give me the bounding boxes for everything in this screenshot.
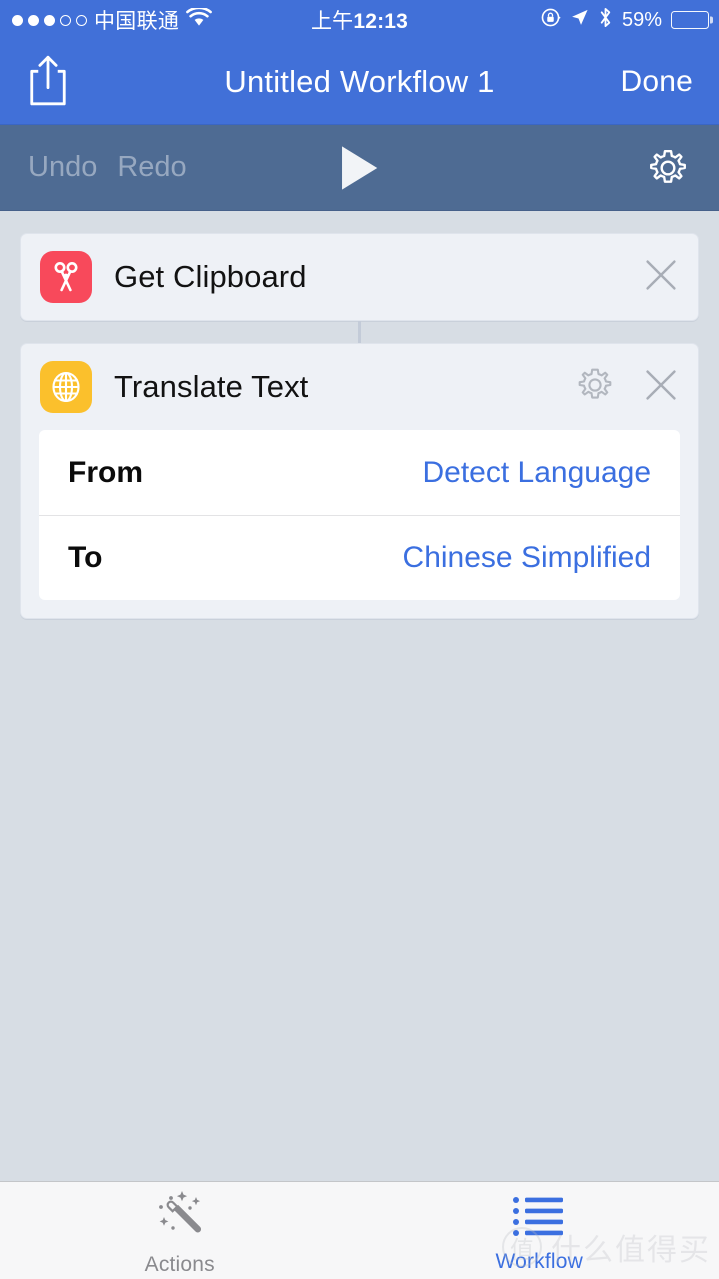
- tab-actions[interactable]: Actions: [0, 1182, 360, 1279]
- action-header-buttons: [574, 364, 680, 411]
- page-title: Untitled Workflow 1: [224, 64, 495, 99]
- undo-redo-group: Undo Redo: [0, 151, 187, 184]
- tab-bar: Actions Workflow 值 什么值得买: [0, 1181, 719, 1279]
- close-icon[interactable]: [642, 256, 680, 299]
- parameter-value[interactable]: Chinese Simplified: [403, 541, 651, 575]
- close-icon[interactable]: [642, 366, 680, 409]
- list-icon: [511, 1192, 567, 1247]
- action-title: Get Clipboard: [114, 259, 307, 294]
- gear-icon: [650, 149, 686, 183]
- action-header: Translate Text: [21, 344, 698, 430]
- undo-button[interactable]: Undo: [28, 151, 97, 184]
- action-header-buttons: [642, 256, 680, 299]
- workflow-canvas: Get Clipboard Translate Text From Detect…: [0, 211, 719, 1181]
- action-title: Translate Text: [114, 369, 309, 404]
- action-connector: [20, 321, 699, 343]
- navigation-bar: Untitled Workflow 1 Done: [0, 40, 719, 125]
- redo-button[interactable]: Redo: [117, 151, 186, 184]
- clock-time: 12:13: [353, 10, 409, 33]
- parameter-value[interactable]: Detect Language: [422, 456, 651, 490]
- gear-icon[interactable]: [574, 364, 616, 411]
- editor-toolbar: Undo Redo: [0, 125, 719, 211]
- action-parameters: From Detect Language To Chinese Simplifi…: [39, 430, 680, 600]
- run-workflow-button[interactable]: [336, 143, 382, 193]
- status-bar: 中国联通 上午12:13 59%: [0, 0, 719, 40]
- magic-wand-icon: [149, 1189, 211, 1250]
- scissors-icon: [40, 251, 92, 303]
- action-card-translate-text[interactable]: Translate Text From Detect Language To C…: [20, 343, 699, 619]
- action-card-get-clipboard[interactable]: Get Clipboard: [20, 233, 699, 321]
- status-bar-clock: 上午12:13: [0, 5, 719, 35]
- parameter-row-to[interactable]: To Chinese Simplified: [39, 515, 680, 600]
- clock-ampm: 上午: [310, 10, 354, 33]
- tab-workflow[interactable]: Workflow: [360, 1182, 719, 1279]
- tab-label: Actions: [144, 1252, 215, 1276]
- play-icon: [341, 145, 377, 190]
- battery-icon: [671, 11, 709, 29]
- parameter-label: From: [68, 455, 143, 489]
- workflow-settings-button[interactable]: [645, 145, 719, 191]
- action-header: Get Clipboard: [21, 234, 698, 320]
- parameter-label: To: [68, 541, 103, 574]
- globe-icon: [40, 361, 92, 413]
- tab-label: Workflow: [495, 1249, 584, 1273]
- parameter-row-from[interactable]: From Detect Language: [39, 430, 680, 515]
- phone-screen: 中国联通 上午12:13 59% Untitled Workflow 1 Don…: [0, 0, 719, 1279]
